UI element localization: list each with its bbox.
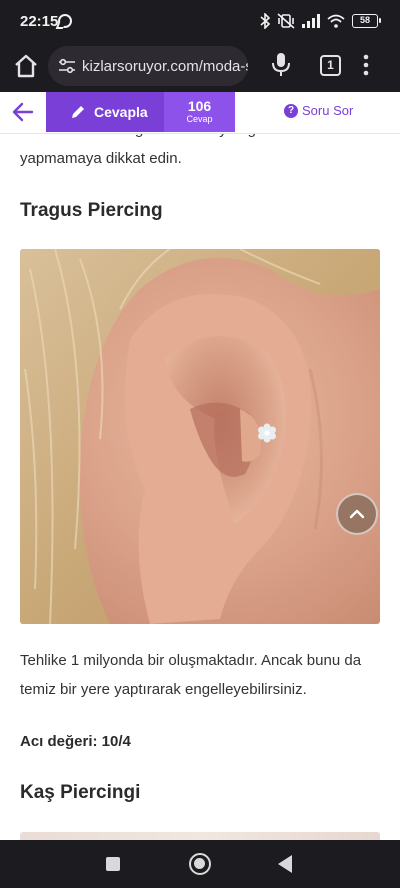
- ear-image: [20, 249, 380, 624]
- tragus-photo: [20, 249, 380, 624]
- status-bar: 22:15 58: [0, 0, 400, 42]
- home-icon[interactable]: [12, 52, 40, 80]
- back-arrow-icon[interactable]: [12, 102, 34, 122]
- scroll-to-top-button[interactable]: [336, 493, 378, 535]
- status-time: 22:15: [20, 13, 59, 30]
- system-nav-bar: [0, 840, 400, 888]
- url-text: kizlarsoruyor.com/moda-s: [82, 58, 248, 75]
- recents-icon[interactable]: [106, 857, 120, 871]
- bluetooth-icon: [260, 13, 270, 29]
- answer-label: Cevapla: [94, 104, 148, 120]
- pain-rating: Acı değeri: 10/4: [20, 733, 131, 750]
- back-triangle-icon[interactable]: [278, 855, 292, 873]
- battery-icon: 58: [352, 14, 381, 28]
- tune-icon[interactable]: [58, 58, 76, 74]
- whatsapp-icon: [58, 14, 72, 28]
- answer-button[interactable]: Cevapla 106 Cevap: [46, 92, 235, 132]
- wifi-icon: [327, 14, 345, 28]
- ask-question-label: Soru Sor: [302, 103, 354, 118]
- menu-icon[interactable]: [362, 54, 370, 76]
- status-icons: 58: [260, 13, 381, 29]
- pencil-icon: [72, 106, 84, 118]
- tragus-heading: Tragus Piercing: [20, 200, 163, 221]
- tabs-icon[interactable]: 1: [320, 55, 341, 76]
- answer-count-badge: 106 Cevap: [164, 92, 235, 132]
- address-bar[interactable]: kizlarsoruyor.com/moda-s: [48, 46, 248, 86]
- eyebrow-heading: Kaş Piercingi: [20, 782, 141, 803]
- tragus-paragraph: Tehlike 1 milyonda bir oluşmaktadır. Anc…: [20, 652, 362, 698]
- signal-icon: [302, 14, 320, 28]
- chevron-up-icon: [349, 509, 365, 519]
- site-action-bar: Cevapla 106 Cevap ? Soru Sor: [0, 92, 400, 134]
- vibrate-off-icon: [277, 13, 295, 29]
- question-icon: ?: [284, 103, 298, 118]
- ask-question-button[interactable]: ? Soru Sor: [284, 103, 353, 118]
- home-circle-icon[interactable]: [189, 853, 211, 875]
- answer-count: 106: [187, 98, 212, 114]
- browser-toolbar: kizlarsoruyor.com/moda-s 1: [0, 42, 400, 92]
- answer-count-label: Cevap: [186, 114, 213, 124]
- mic-icon[interactable]: [270, 52, 292, 78]
